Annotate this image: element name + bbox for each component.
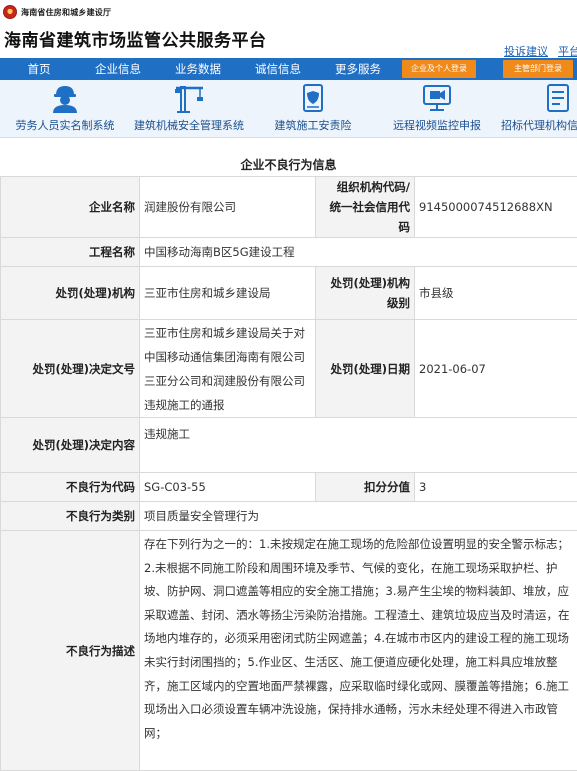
system-construction-insurance[interactable]: 建筑施工安责险	[263, 83, 363, 133]
insurance-document-icon	[296, 83, 330, 113]
points-label: 扣分分值	[316, 473, 415, 502]
decision-date-value: 2021-06-07	[415, 320, 577, 418]
behavior-description-label: 不良行为描述	[1, 531, 140, 771]
credit-code-label: 组织机构代码/统一社会信用代码	[316, 177, 415, 238]
company-login-button[interactable]: 企业及个人登录	[402, 60, 476, 78]
behavior-code-value: SG-C03-55	[140, 473, 316, 502]
system-machinery-safety[interactable]: 建筑机械安全管理系统	[128, 83, 250, 133]
systems-bar: 劳务人员实名制系统 建筑机械安全管理系统 建筑施工安责险 远程视频监控申报	[0, 80, 577, 138]
worker-icon	[48, 83, 82, 113]
authority-level-label: 处罚(处理)机构级别	[316, 267, 415, 320]
system-label: 建筑机械安全管理系统	[128, 117, 250, 133]
table-row: 处罚(处理)决定文号 三亚市住房和城乡建设局关于对中国移动通信集团海南有限公司三…	[1, 320, 577, 418]
nav-more-services[interactable]: 更多服务	[318, 58, 398, 80]
table-row: 工程名称 中国移动海南B区5G建设工程	[1, 238, 577, 267]
table-row: 不良行为代码 SG-C03-55 扣分分值 3	[1, 473, 577, 502]
nav-company-info[interactable]: 企业信息	[78, 58, 158, 80]
project-value: 中国移动海南B区5G建设工程	[140, 238, 577, 267]
company-label: 企业名称	[1, 177, 140, 238]
behavior-category-label: 不良行为类别	[1, 502, 140, 531]
org-line: 海南省住房和城乡建设厅	[3, 4, 111, 20]
system-label: 招标代理机构信	[501, 117, 577, 133]
system-video-monitor[interactable]: 远程视频监控申报	[386, 83, 488, 133]
system-label: 建筑施工安责险	[263, 117, 363, 133]
detail-title: 企业不良行为信息	[0, 156, 577, 173]
table-row: 不良行为类别 项目质量安全管理行为	[1, 502, 577, 531]
main-nav: 首页 企业信息 业务数据 诚信信息 更多服务 企业及个人登录 主管部门登录	[0, 58, 577, 80]
table-row: 不良行为描述 存在下列行为之一的：1.未按规定在施工现场的危险部位设置明显的安全…	[1, 531, 577, 771]
decision-content-label: 处罚(处理)决定内容	[1, 418, 140, 473]
decision-date-label: 处罚(处理)日期	[316, 320, 415, 418]
decision-doc-label: 处罚(处理)决定文号	[1, 320, 140, 418]
credit-code-label-line2: 统一社会信用代码	[330, 200, 411, 234]
table-row: 企业名称 润建股份有限公司 组织机构代码/统一社会信用代码 9145000074…	[1, 177, 577, 238]
nav-business-data[interactable]: 业务数据	[158, 58, 238, 80]
system-tender-agency[interactable]: 招标代理机构信	[500, 83, 577, 133]
nav-credit-info[interactable]: 诚信信息	[238, 58, 318, 80]
points-value: 3	[415, 473, 577, 502]
authority-label: 处罚(处理)机构	[1, 267, 140, 320]
complaint-link[interactable]: 投诉建议	[504, 45, 548, 58]
bad-behavior-table: 企业名称 润建股份有限公司 组织机构代码/统一社会信用代码 9145000074…	[0, 176, 577, 771]
site-title: 海南省建筑市场监管公共服务平台	[4, 26, 267, 51]
top-links: 投诉建议平台用	[494, 43, 577, 59]
project-label: 工程名称	[1, 238, 140, 267]
national-emblem-icon	[3, 5, 17, 19]
org-name: 海南省住房和城乡建设厅	[21, 7, 111, 18]
authority-value: 三亚市住房和城乡建设局	[140, 267, 316, 320]
table-row: 处罚(处理)机构 三亚市住房和城乡建设局 处罚(处理)机构级别 市县级	[1, 267, 577, 320]
behavior-code-label: 不良行为代码	[1, 473, 140, 502]
company-value: 润建股份有限公司	[140, 177, 316, 238]
credit-code-label-line1: 组织机构代码/	[337, 180, 410, 194]
decision-content-value: 违规施工	[140, 418, 577, 473]
header: 海南省住房和城乡建设厅 海南省建筑市场监管公共服务平台 投诉建议平台用	[0, 0, 577, 57]
crane-icon	[172, 83, 206, 113]
behavior-description-value: 存在下列行为之一的：1.未按规定在施工现场的危险部位设置明显的安全警示标志；2.…	[140, 531, 577, 771]
credit-code-value: 9145000074512688XN	[415, 177, 577, 238]
platform-link[interactable]: 平台用	[558, 45, 577, 58]
behavior-category-value: 项目质量安全管理行为	[140, 502, 577, 531]
decision-doc-value: 三亚市住房和城乡建设局关于对中国移动通信集团海南有限公司三亚分公司和润建股份有限…	[140, 320, 316, 418]
tender-document-icon	[542, 83, 576, 113]
authority-level-value: 市县级	[415, 267, 577, 320]
table-row: 处罚(处理)决定内容 违规施工	[1, 418, 577, 473]
gov-login-button[interactable]: 主管部门登录	[503, 60, 573, 78]
video-monitor-icon	[420, 83, 454, 113]
system-label: 远程视频监控申报	[386, 117, 488, 133]
system-worker-realname[interactable]: 劳务人员实名制系统	[10, 83, 120, 133]
nav-home[interactable]: 首页	[0, 58, 78, 80]
system-label: 劳务人员实名制系统	[10, 117, 120, 133]
